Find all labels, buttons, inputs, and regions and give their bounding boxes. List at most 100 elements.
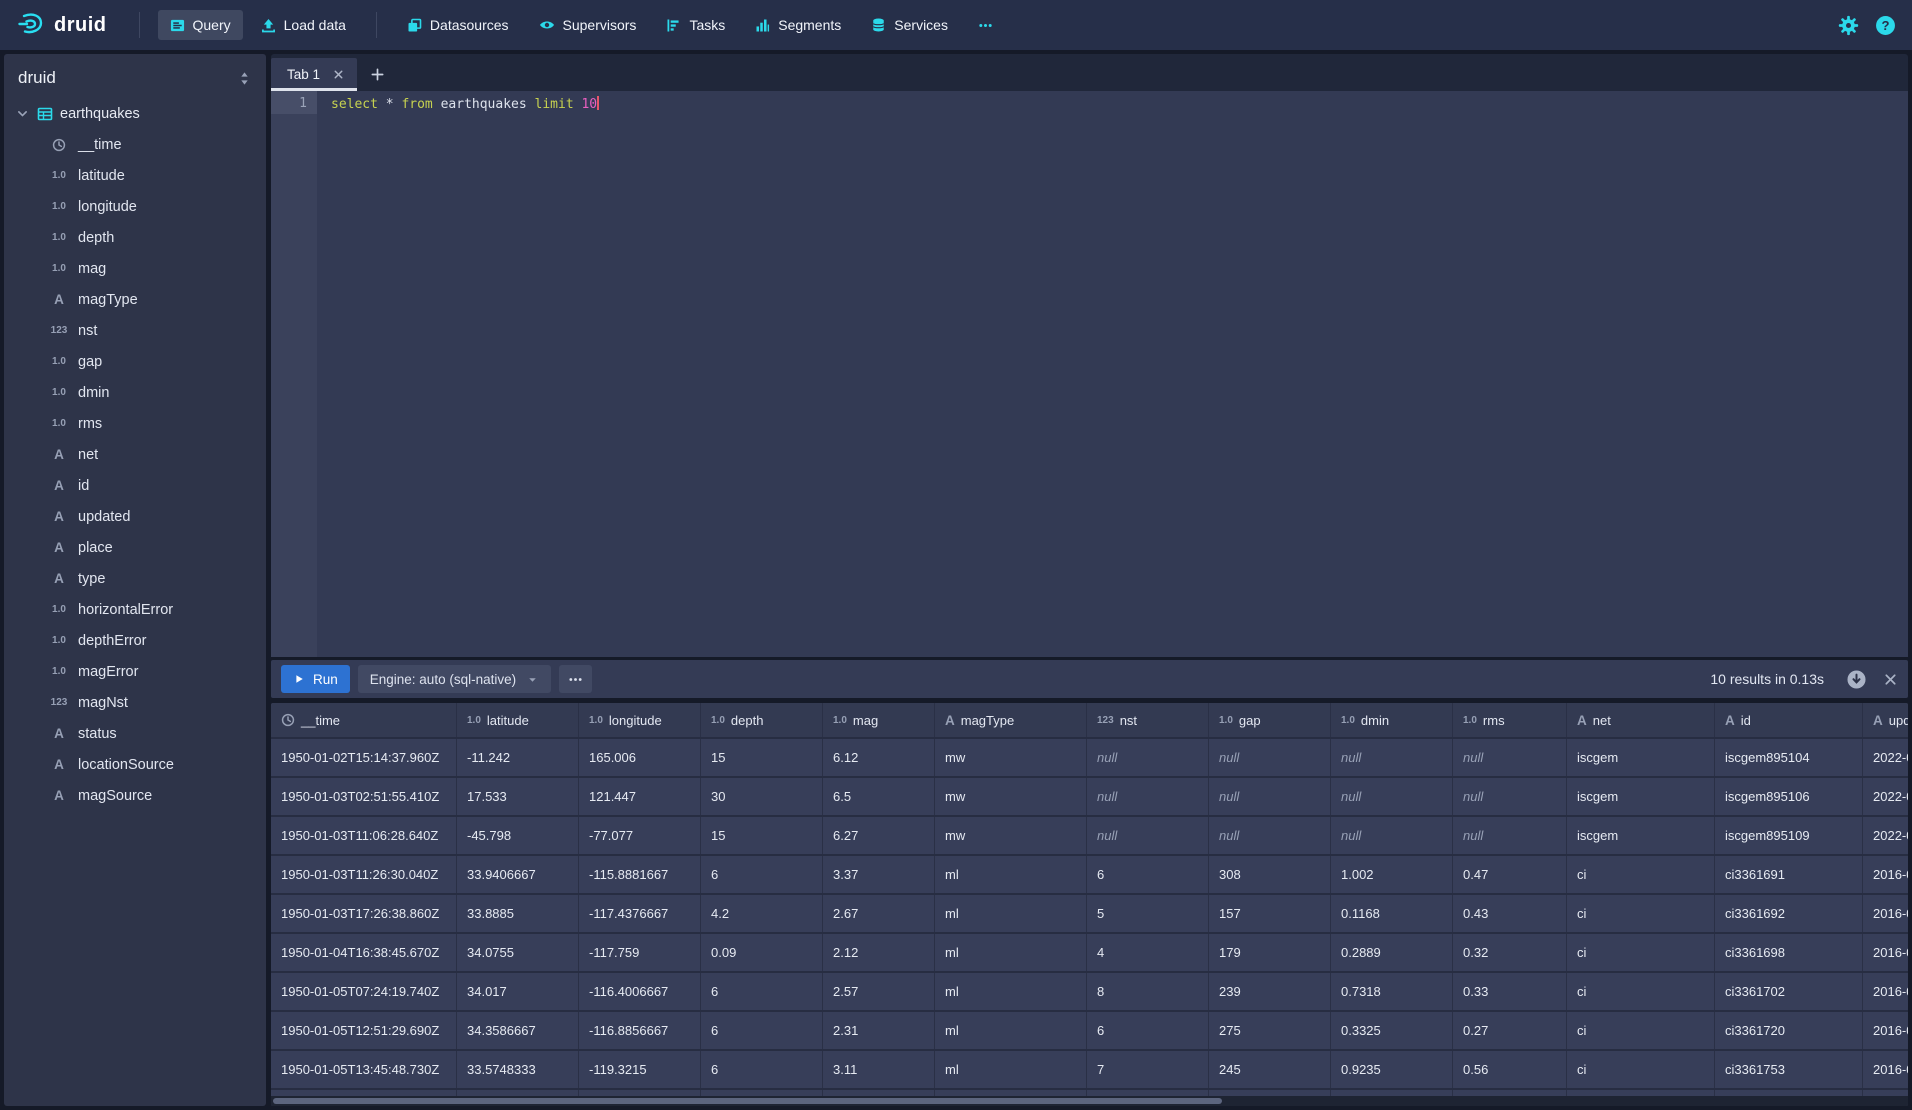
table-cell[interactable]: -77.077 <box>579 817 701 854</box>
sidebar-column-magsource[interactable]: AmagSource <box>4 780 266 811</box>
table-cell[interactable]: 1950-01-03T17:26:38.860Z <box>271 895 457 932</box>
results-header-magtype[interactable]: AmagType <box>935 703 1087 737</box>
table-cell[interactable]: 34.017 <box>457 973 579 1010</box>
table-cell[interactable]: null <box>1331 739 1453 776</box>
table-cell[interactable]: 6 <box>701 856 823 893</box>
table-cell[interactable]: 0.43 <box>1453 895 1567 932</box>
results-header-latitude[interactable]: 1.0latitude <box>457 703 579 737</box>
table-cell[interactable]: 1950-01-05T12:51:29.690Z <box>271 1012 457 1049</box>
engine-select[interactable]: Engine: auto (sql-native) <box>358 665 551 693</box>
sidebar-column-magnst[interactable]: 123magNst <box>4 687 266 718</box>
nav-item-supervisors[interactable]: Supervisors <box>527 10 649 40</box>
table-cell[interactable]: mw <box>935 778 1087 815</box>
table-cell[interactable]: ci3361698 <box>1715 934 1863 971</box>
table-cell[interactable]: 1950-01-02T15:14:37.960Z <box>271 739 457 776</box>
table-cell[interactable]: 2016-0 <box>1863 856 1908 893</box>
table-cell[interactable]: -117.4376667 <box>579 895 701 932</box>
table-cell[interactable]: 6 <box>701 1012 823 1049</box>
sidebar-column-deptherror[interactable]: 1.0depthError <box>4 625 266 656</box>
tab-close-icon[interactable] <box>332 68 345 81</box>
table-cell[interactable]: 2016-0 <box>1863 934 1908 971</box>
table-cell[interactable]: 2016-0 <box>1863 973 1908 1010</box>
sidebar-column-dmin[interactable]: 1.0dmin <box>4 377 266 408</box>
sidebar-column-nst[interactable]: 123nst <box>4 315 266 346</box>
table-cell[interactable]: 1950-01-03T02:51:55.410Z <box>271 778 457 815</box>
table-cell[interactable]: 1950-01-05T13:45:48.730Z <box>271 1051 457 1088</box>
table-cell[interactable]: 4.2 <box>701 895 823 932</box>
results-header-net[interactable]: Anet <box>1567 703 1715 737</box>
table-cell[interactable]: 0.1168 <box>1331 895 1453 932</box>
table-tree-item-earthquakes[interactable]: earthquakes <box>4 98 266 129</box>
table-cell[interactable]: 0.33 <box>1453 973 1567 1010</box>
table-cell[interactable]: 2.67 <box>823 895 935 932</box>
table-cell[interactable]: 0.7318 <box>1331 973 1453 1010</box>
table-cell[interactable]: null <box>1453 739 1567 776</box>
table-cell[interactable]: null <box>1331 817 1453 854</box>
sidebar-column-magtype[interactable]: AmagType <box>4 284 266 315</box>
table-cell[interactable]: 157 <box>1209 895 1331 932</box>
nav-item-services[interactable]: Services <box>859 10 960 40</box>
table-cell[interactable]: -119.3215 <box>579 1051 701 1088</box>
sidebar-column-mag[interactable]: 1.0mag <box>4 253 266 284</box>
table-cell[interactable]: mw <box>935 739 1087 776</box>
results-header-updated[interactable]: Aupdated <box>1863 703 1908 737</box>
table-cell[interactable]: 2022-0 <box>1863 739 1908 776</box>
table-cell[interactable]: 30 <box>701 778 823 815</box>
table-cell[interactable]: 2022-0 <box>1863 778 1908 815</box>
table-cell[interactable]: 1950-01-03T11:06:28.640Z <box>271 817 457 854</box>
results-header-gap[interactable]: 1.0gap <box>1209 703 1331 737</box>
horizontal-scrollbar[interactable] <box>271 1096 1908 1106</box>
table-cell[interactable]: null <box>1087 778 1209 815</box>
sidebar-column-horizontalerror[interactable]: 1.0horizontalError <box>4 594 266 625</box>
table-cell[interactable]: 245 <box>1209 1051 1331 1088</box>
table-cell[interactable]: ml <box>935 973 1087 1010</box>
table-cell[interactable]: ci <box>1567 1012 1715 1049</box>
nav-item-more[interactable] <box>966 11 1005 40</box>
download-icon[interactable] <box>1846 669 1867 690</box>
table-cell[interactable]: ml <box>935 895 1087 932</box>
results-header--time[interactable]: __time <box>271 703 457 737</box>
schema-selector[interactable]: druid <box>4 54 266 98</box>
table-cell[interactable]: 33.8885 <box>457 895 579 932</box>
table-cell[interactable]: -116.8856667 <box>579 1012 701 1049</box>
table-cell[interactable]: 1.002 <box>1331 856 1453 893</box>
table-cell[interactable]: ci <box>1567 973 1715 1010</box>
table-cell[interactable]: 34.3586667 <box>457 1012 579 1049</box>
results-header-rms[interactable]: 1.0rms <box>1453 703 1567 737</box>
sql-editor[interactable]: 1 select * from earthquakes limit 10 <box>271 91 1908 657</box>
sidebar-column-type[interactable]: Atype <box>4 563 266 594</box>
table-cell[interactable]: ml <box>935 856 1087 893</box>
table-cell[interactable]: 6 <box>701 973 823 1010</box>
table-cell[interactable]: 2016-0 <box>1863 895 1908 932</box>
sidebar-column-id[interactable]: Aid <box>4 470 266 501</box>
table-cell[interactable]: 2.57 <box>823 973 935 1010</box>
table-cell[interactable]: 7 <box>1087 1051 1209 1088</box>
table-cell[interactable]: 1950-01-05T07:24:19.740Z <box>271 973 457 1010</box>
table-cell[interactable]: 3.37 <box>823 856 935 893</box>
table-cell[interactable]: null <box>1087 817 1209 854</box>
table-cell[interactable]: 0.2889 <box>1331 934 1453 971</box>
table-cell[interactable]: 2016-0 <box>1863 1051 1908 1088</box>
table-cell[interactable]: 15 <box>701 739 823 776</box>
table-cell[interactable]: ml <box>935 1012 1087 1049</box>
table-cell[interactable]: iscgem <box>1567 739 1715 776</box>
table-cell[interactable]: 2022-0 <box>1863 817 1908 854</box>
nav-item-segments[interactable]: Segments <box>743 10 853 40</box>
table-cell[interactable]: ml <box>935 1051 1087 1088</box>
results-header-id[interactable]: Aid <box>1715 703 1863 737</box>
table-cell[interactable]: null <box>1453 778 1567 815</box>
results-header-mag[interactable]: 1.0mag <box>823 703 935 737</box>
results-header-longitude[interactable]: 1.0longitude <box>579 703 701 737</box>
table-cell[interactable]: 33.5748333 <box>457 1051 579 1088</box>
results-header-nst[interactable]: 123nst <box>1087 703 1209 737</box>
sidebar-column-net[interactable]: Anet <box>4 439 266 470</box>
table-cell[interactable]: ci3361691 <box>1715 856 1863 893</box>
table-cell[interactable]: 239 <box>1209 973 1331 1010</box>
help-icon[interactable]: ? <box>1875 15 1896 36</box>
table-cell[interactable]: null <box>1331 778 1453 815</box>
sidebar-column-latitude[interactable]: 1.0latitude <box>4 160 266 191</box>
table-cell[interactable]: iscgem895104 <box>1715 739 1863 776</box>
table-cell[interactable]: mw <box>935 817 1087 854</box>
table-cell[interactable]: iscgem895106 <box>1715 778 1863 815</box>
table-cell[interactable]: 6 <box>1087 1012 1209 1049</box>
